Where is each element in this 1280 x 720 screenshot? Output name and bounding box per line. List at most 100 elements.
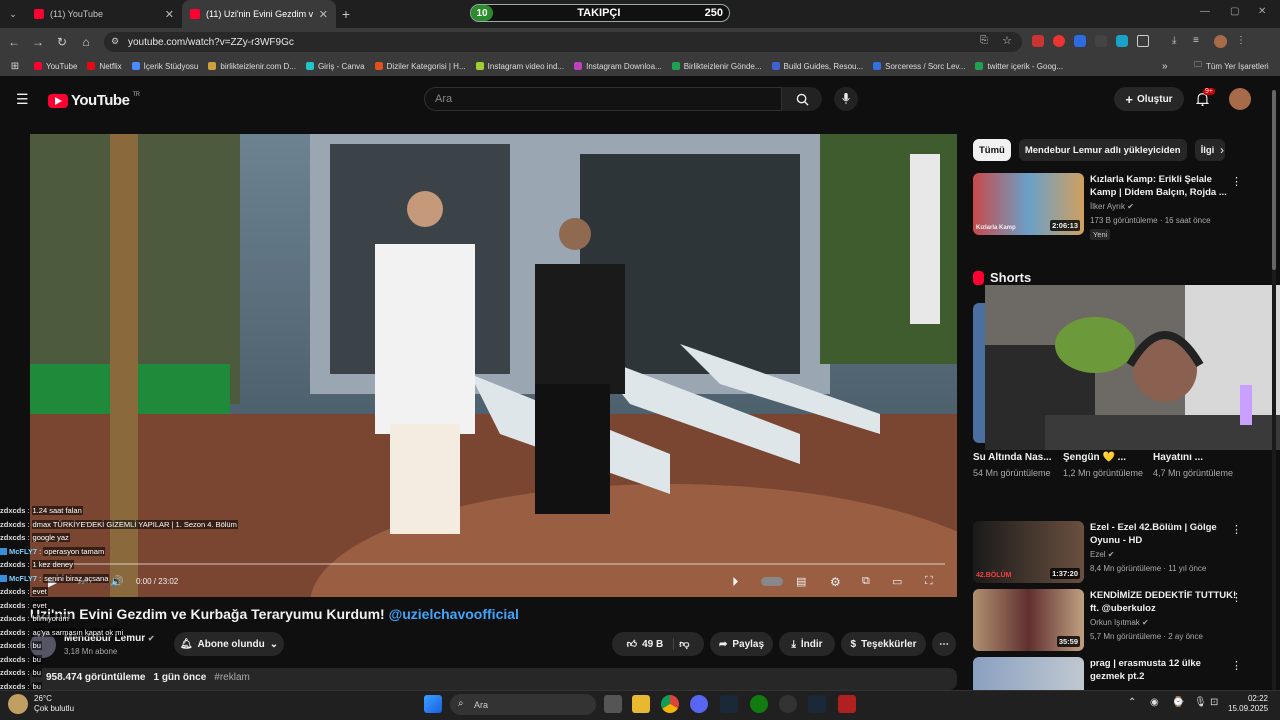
autoplay-switch[interactable] xyxy=(761,577,783,586)
bookmark-item[interactable]: Sorceress / Sorc Lev... xyxy=(873,62,965,71)
obs-app-icon[interactable] xyxy=(838,695,856,713)
extension-icon[interactable] xyxy=(1095,35,1107,47)
task-view-icon[interactable] xyxy=(604,695,622,713)
home-icon[interactable]: ⌂ xyxy=(74,30,98,54)
short-item[interactable]: Hayatını ... 4,7 Mn görüntüleme xyxy=(1153,452,1239,479)
download-icon[interactable]: ⤓ xyxy=(1172,35,1184,47)
bookmark-item[interactable]: twitter içerik - Goog... xyxy=(975,62,1063,71)
bookmark-item[interactable]: Birlikteizlenir Gönde... xyxy=(671,62,762,71)
discord-icon[interactable] xyxy=(690,695,708,713)
weather-icon[interactable] xyxy=(8,694,28,714)
short-thumb[interactable] xyxy=(973,303,985,443)
subtitles-icon[interactable]: ▤ xyxy=(796,575,806,588)
chip-uploader[interactable]: Mendebur Lemur adlı yükleyiciden xyxy=(1018,139,1187,161)
taskbar-search[interactable]: Ara xyxy=(450,694,596,715)
extensions-puzzle-icon[interactable] xyxy=(1137,35,1149,47)
reload-icon[interactable]: ↻ xyxy=(50,30,74,54)
dislike-button[interactable]: 👎︎ xyxy=(679,638,689,650)
more-vert-icon[interactable]: ⋮ xyxy=(1231,591,1242,604)
bookmark-item[interactable]: İçerik Stüdyosu xyxy=(131,62,198,71)
hamburger-menu-icon[interactable]: ☰ xyxy=(16,91,29,108)
more-vert-icon[interactable]: ⋮ xyxy=(1231,659,1242,672)
like-button[interactable]: 👍︎ 49 B xyxy=(627,638,675,650)
profile-avatar-icon[interactable] xyxy=(1214,35,1227,48)
theater-mode-icon[interactable]: ▭ xyxy=(892,575,902,588)
create-button[interactable]: + Oluştur xyxy=(1114,87,1184,111)
bookmark-item[interactable]: Giriş - Canva xyxy=(305,62,365,71)
more-actions-button[interactable]: ⋯ xyxy=(932,632,956,656)
maximize-icon[interactable]: ▢ xyxy=(1230,6,1239,17)
app-icon[interactable] xyxy=(779,695,797,713)
all-bookmarks-folder[interactable]: 🗀 Tüm Yer İşaretleri xyxy=(1194,59,1269,73)
bookmark-star-icon[interactable]: ☆ xyxy=(1002,34,1012,47)
minimize-icon[interactable]: — xyxy=(1200,6,1210,17)
search-button[interactable] xyxy=(782,87,822,111)
bookmark-item[interactable]: Instagram video ind... xyxy=(475,62,564,71)
chrome-icon[interactable] xyxy=(661,695,679,713)
download-button[interactable]: ⤓ İndir xyxy=(779,632,835,656)
start-windows-icon[interactable] xyxy=(424,695,442,713)
description-box[interactable]: 958.474 görüntüleme 1 gün önce #reklam xyxy=(30,668,957,690)
fullscreen-icon[interactable]: ⛶ xyxy=(925,575,933,588)
steam-icon[interactable] xyxy=(720,695,738,713)
hashtag[interactable]: #reklam xyxy=(214,672,250,686)
bookmark-item[interactable]: Diziler Kategorisi | H... xyxy=(374,62,466,71)
site-info-icon[interactable]: ⚙ xyxy=(111,36,119,47)
xbox-icon[interactable] xyxy=(750,695,768,713)
bookmark-item[interactable]: birlikteizlenir.com D... xyxy=(208,62,296,71)
microphone-icon[interactable]: 🎙︎ xyxy=(1194,697,1207,708)
extension-icon[interactable] xyxy=(1074,35,1086,47)
chip-all[interactable]: Tümü xyxy=(973,139,1011,161)
settings-gear-icon[interactable]: ⚙ xyxy=(830,575,841,589)
subscribed-button[interactable]: 🔔︎ Abone olundu ⌄ xyxy=(174,632,284,656)
close-window-icon[interactable]: ✕ xyxy=(1258,6,1266,17)
chevron-up-icon[interactable]: ⌃ xyxy=(1128,697,1136,708)
reading-list-icon[interactable]: ≡ xyxy=(1193,35,1205,47)
extension-icon[interactable] xyxy=(1116,35,1128,47)
page-scrollbar[interactable] xyxy=(1272,90,1276,690)
address-bar[interactable]: ⚙ youtube.com/watch?v=ZZy-r3WF9Gc ⎘ ☆ xyxy=(104,32,1022,52)
bookmark-item[interactable]: Build Guides, Resou... xyxy=(771,62,863,71)
bookmark-item[interactable]: YouTube xyxy=(34,62,77,71)
related-video[interactable]: Kızlarla Kamp 2:06:13 Kızlarla Kamp: Eri… xyxy=(973,173,1263,241)
video-progress-bar[interactable] xyxy=(42,563,945,565)
close-tab-icon[interactable]: ✕ xyxy=(165,8,174,21)
autoplay-toggle-icon[interactable]: ⏵ xyxy=(732,574,739,590)
related-video[interactable]: 42.BÖLÜM 1:37:20 Ezel - Ezel 42.Bölüm | … xyxy=(973,521,1263,589)
file-explorer-icon[interactable] xyxy=(632,695,650,713)
apps-grid-icon[interactable]: ⊞ xyxy=(6,61,24,72)
install-app-icon[interactable]: ⎘ xyxy=(980,35,988,46)
more-vert-icon[interactable]: ⋮ xyxy=(1231,175,1242,188)
weather-widget[interactable]: 26°C Çok bulutlu xyxy=(34,694,74,714)
chrome-menu-icon[interactable]: ⋮ xyxy=(1236,35,1246,47)
bookmark-item[interactable]: Instagram Downloa... xyxy=(574,62,662,71)
related-video[interactable]: 35:59 KENDİMİZE DEDEKTİF TUTTUK! ft. @ub… xyxy=(973,589,1263,657)
network-icon[interactable]: ⊡ xyxy=(1210,697,1218,708)
share-button[interactable]: ➦ Paylaş xyxy=(710,632,773,656)
back-icon[interactable]: ← xyxy=(2,30,26,54)
related-video[interactable]: prag | erasmusta 12 ülke gezmek pt.2 ⋮ xyxy=(973,657,1263,690)
more-vert-icon[interactable]: ⋮ xyxy=(1231,523,1242,536)
close-tab-icon[interactable]: ✕ xyxy=(319,8,328,21)
new-tab-icon[interactable]: + xyxy=(336,6,356,22)
system-clock[interactable]: 02:22 15.09.2025 xyxy=(1228,694,1268,714)
youtube-logo[interactable]: YouTube TR xyxy=(48,92,140,109)
search-input[interactable]: Ara xyxy=(424,87,782,111)
voice-search-button[interactable] xyxy=(834,87,858,111)
extension-icon[interactable] xyxy=(1053,35,1065,47)
short-item[interactable]: Su Altında Nas... 54 Mn görüntüleme xyxy=(973,452,1059,479)
tab-current-video[interactable]: (11) Uzi'nin Evini Gezdim ve Ku ✕ xyxy=(182,0,336,28)
more-bookmarks-icon[interactable]: » xyxy=(1162,61,1168,72)
forward-icon[interactable]: → xyxy=(26,30,50,54)
scrollbar-thumb[interactable] xyxy=(1272,90,1276,270)
tab-search-icon[interactable]: ⌄ xyxy=(0,9,26,20)
chevron-right-icon[interactable]: › xyxy=(1220,143,1224,157)
tray-app-icon[interactable]: ◉ xyxy=(1150,697,1159,708)
short-item[interactable]: Şengün 💛 ... 1,2 Mn görüntüleme xyxy=(1063,452,1149,479)
tray-app-icon[interactable]: ⌚ xyxy=(1172,697,1184,708)
extension-icon[interactable] xyxy=(1032,35,1044,47)
account-avatar[interactable] xyxy=(1229,88,1251,110)
steam-alt-icon[interactable] xyxy=(808,695,826,713)
thanks-button[interactable]: $ Teşekkürler xyxy=(841,632,926,656)
mention-link[interactable]: @uzielchavoofficial xyxy=(389,606,519,622)
